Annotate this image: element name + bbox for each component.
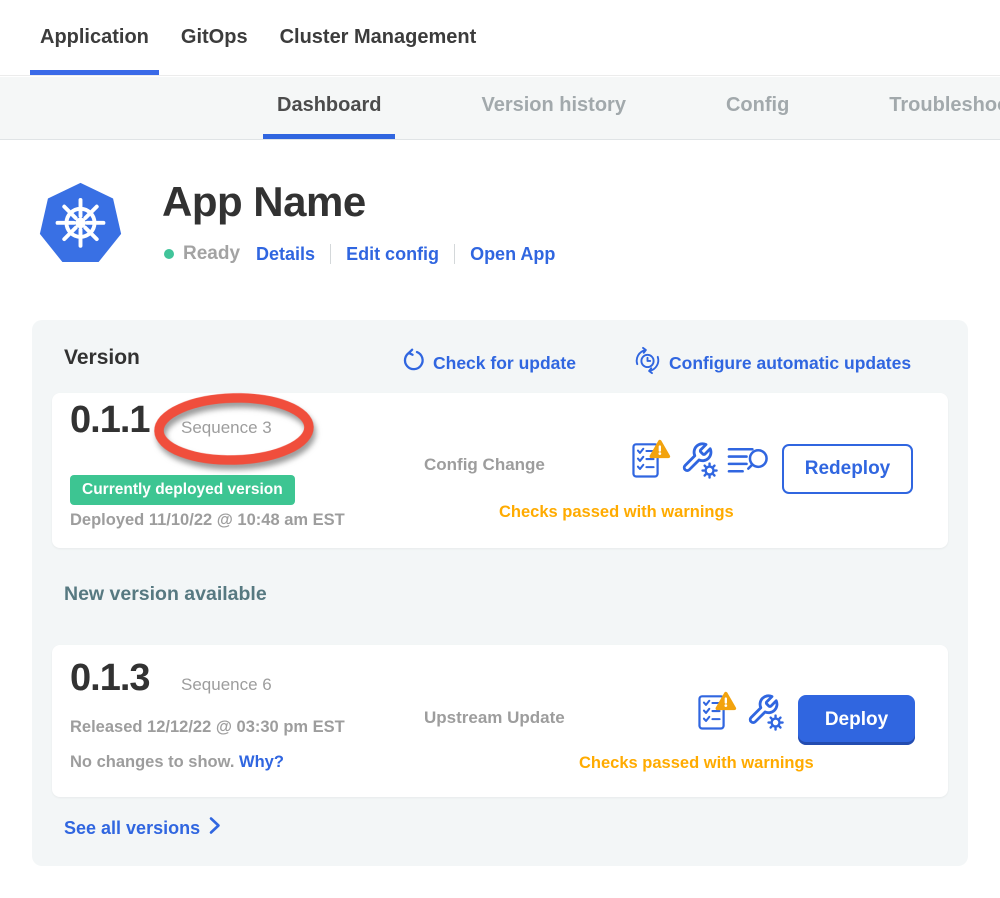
gear-icon: [769, 715, 783, 729]
currently-deployed-badge: Currently deployed version: [70, 475, 295, 505]
chevron-right-icon: [209, 816, 221, 840]
released-timestamp: Released 12/12/22 @ 03:30 pm EST: [70, 718, 345, 737]
app-status-row: Ready Details Edit config Open App: [164, 243, 555, 265]
edit-config-link[interactable]: Edit config: [346, 244, 439, 265]
check-for-update-link[interactable]: Check for update: [402, 349, 576, 377]
tab-troubleshoot[interactable]: Troubleshoot: [875, 77, 1000, 139]
view-diff-icon[interactable]: [727, 445, 769, 475]
current-version-card: 0.1.1 Sequence 3 Currently deployed vers…: [52, 393, 948, 548]
edit-config-wrench-icon[interactable]: [680, 441, 718, 479]
redeploy-button[interactable]: Redeploy: [782, 444, 913, 494]
see-all-versions-link[interactable]: See all versions: [64, 816, 221, 840]
ready-status-dot-icon: [164, 249, 174, 259]
current-version-sequence: Sequence 3: [181, 418, 272, 438]
open-app-link[interactable]: Open App: [470, 244, 555, 265]
kubernetes-logo-icon: [38, 178, 123, 271]
version-source-label: Config Change: [424, 455, 545, 475]
status-text: Ready: [183, 243, 240, 265]
new-version-available-heading: New version available: [64, 583, 267, 606]
refresh-icon: [402, 349, 425, 377]
edit-config-wrench-icon[interactable]: [746, 693, 784, 731]
tab-dashboard[interactable]: Dashboard: [263, 77, 395, 139]
tab-version-history[interactable]: Version history: [467, 77, 640, 139]
see-all-versions-label: See all versions: [64, 818, 200, 839]
checks-status-text: Checks passed with warnings: [579, 754, 814, 773]
version-source-label: Upstream Update: [424, 708, 565, 728]
new-version-card: 0.1.3 Sequence 6 Released 12/12/22 @ 03:…: [52, 645, 948, 797]
tab-gitops[interactable]: GitOps: [171, 0, 258, 75]
app-sub-nav: Dashboard Version history Config Trouble…: [0, 77, 1000, 140]
configure-automatic-updates-label: Configure automatic updates: [669, 353, 911, 374]
no-changes-text: No changes to show. Why?: [70, 753, 284, 772]
new-version-number: 0.1.3: [70, 657, 150, 700]
checks-status-text: Checks passed with warnings: [499, 503, 734, 522]
details-link[interactable]: Details: [256, 244, 315, 265]
admin-console-page: Application GitOps Cluster Management Da…: [0, 0, 1000, 898]
deploy-button[interactable]: Deploy: [798, 695, 915, 745]
clock-sync-icon: [634, 347, 661, 379]
why-link[interactable]: Why?: [239, 753, 284, 771]
version-heading: Version: [64, 346, 140, 370]
divider: [454, 244, 455, 264]
check-for-update-label: Check for update: [433, 353, 576, 374]
tab-cluster-management[interactable]: Cluster Management: [270, 0, 487, 75]
top-nav: Application GitOps Cluster Management: [0, 0, 1000, 76]
current-version-number: 0.1.1: [70, 399, 150, 442]
tab-application[interactable]: Application: [30, 0, 159, 75]
divider: [330, 244, 331, 264]
version-card: Version Check for update: [32, 320, 968, 866]
no-changes-label: No changes to show.: [70, 753, 239, 771]
configure-automatic-updates-link[interactable]: Configure automatic updates: [634, 347, 911, 379]
new-version-sequence: Sequence 6: [181, 675, 272, 695]
tab-config[interactable]: Config: [712, 77, 803, 139]
deployed-timestamp: Deployed 11/10/22 @ 10:48 am EST: [70, 511, 345, 530]
new-version-action-icons: [695, 689, 784, 734]
preflight-checks-icon[interactable]: [629, 437, 671, 482]
page-title: App Name: [162, 178, 366, 226]
current-version-action-icons: [629, 437, 769, 482]
gear-icon: [703, 463, 717, 477]
preflight-checks-icon[interactable]: [695, 689, 737, 734]
